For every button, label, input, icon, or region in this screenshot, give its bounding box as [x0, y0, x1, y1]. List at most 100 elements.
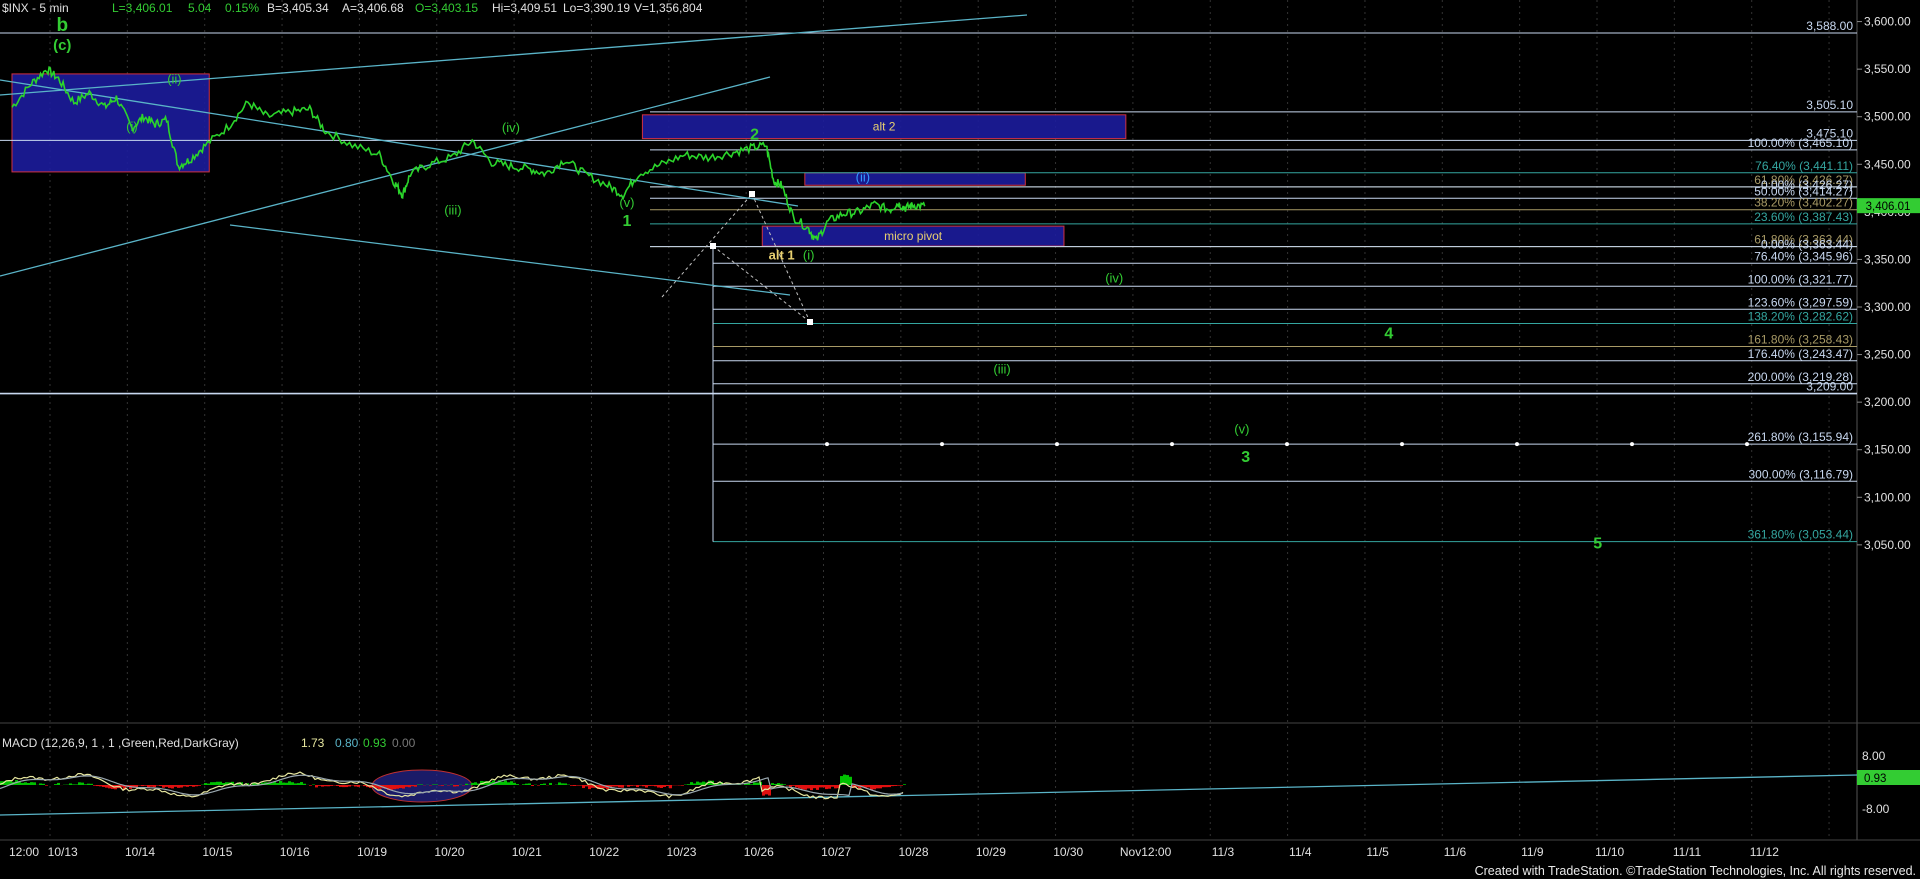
macd-bar	[531, 785, 534, 787]
macd-bar	[93, 785, 96, 786]
y-tick-label: 3,600.00	[1864, 15, 1911, 29]
macd-bar	[537, 785, 540, 786]
macd-bar	[474, 782, 477, 785]
price-chart[interactable]: $INX - 5 min L=3,406.01 5.04 0.15% B=3,4…	[0, 0, 1920, 879]
macd-bar	[792, 785, 795, 786]
macd-bar	[648, 785, 651, 786]
y-tick-label: 3,150.00	[1864, 443, 1911, 457]
macd-bar	[198, 785, 201, 786]
x-tick-label: 10/14	[125, 845, 155, 859]
macd-bar	[327, 785, 330, 787]
macd-bar	[303, 783, 306, 785]
macd-bar	[348, 785, 351, 787]
macd-bar	[54, 784, 57, 785]
macd-bar	[510, 781, 513, 785]
macd-bar	[879, 785, 882, 789]
macd-bar	[213, 782, 216, 785]
macd-bar	[174, 785, 177, 787]
macd-bar	[345, 785, 348, 788]
macd-bar	[285, 782, 288, 785]
level-label: 176.40% (3,243.47)	[1748, 347, 1853, 361]
macd-bar	[681, 785, 684, 786]
x-tick-label: 11/5	[1366, 845, 1389, 859]
x-tick-label: 10/16	[280, 845, 310, 859]
macd-bar	[651, 785, 654, 786]
macd-bar	[897, 785, 900, 786]
macd-bar	[396, 785, 399, 789]
macd-bar	[804, 785, 807, 790]
macd-bar	[660, 785, 663, 789]
macd-bar	[150, 785, 153, 787]
anchor-point-3[interactable]	[807, 319, 813, 325]
y-tick-label: 3,050.00	[1864, 538, 1911, 552]
macd-bar	[180, 785, 183, 788]
level-label: 23.60% (3,387.43)	[1754, 210, 1853, 224]
macd-bar	[288, 781, 291, 785]
x-tick-label: 12:00	[9, 845, 39, 859]
price-zone	[804, 172, 1026, 186]
macd-bar	[513, 782, 516, 785]
zone-label: micro pivot	[884, 229, 943, 243]
macd-bar	[642, 785, 645, 787]
anchor-point-2[interactable]	[749, 191, 755, 197]
macd-bar	[324, 785, 327, 787]
macd-bar	[654, 785, 657, 787]
low-value: Lo=3,390.19	[563, 1, 630, 15]
macd-bar	[156, 785, 159, 786]
wave-label: 1	[622, 213, 631, 230]
level-dot	[825, 442, 829, 447]
macd-bar	[393, 785, 396, 790]
last-price: L=3,406.01	[112, 1, 173, 15]
macd-bar	[465, 783, 468, 785]
macd-bar	[636, 785, 639, 788]
x-tick-label: Nov12:00	[1120, 845, 1172, 859]
x-tick-label: 10/21	[512, 845, 542, 859]
macd-bar	[432, 784, 435, 785]
footer-credit: Created with TradeStation. ©TradeStation…	[1475, 864, 1916, 878]
macd-bar	[222, 783, 225, 785]
macd-bar	[162, 785, 165, 788]
macd-bar	[873, 785, 876, 790]
macd-bar	[411, 785, 414, 787]
level-label: 123.60% (3,297.59)	[1748, 295, 1853, 309]
macd-bar	[576, 785, 579, 786]
macd-bar	[171, 785, 174, 789]
macd-bar	[702, 781, 705, 785]
macd-bar	[441, 785, 444, 786]
macd-bar	[195, 785, 198, 787]
y-tick-label: 3,250.00	[1864, 348, 1911, 362]
macd-bar	[72, 784, 75, 785]
macd-bar	[96, 785, 99, 787]
macd-bar	[777, 783, 780, 785]
x-tick-label: 10/15	[202, 845, 232, 859]
macd-bar	[318, 785, 321, 786]
macd-bar	[696, 781, 699, 785]
macd-bar	[774, 783, 777, 785]
macd-value-2: 0.80	[335, 736, 359, 750]
macd-bar	[33, 782, 36, 785]
macd-value-4: 0.00	[392, 736, 416, 750]
wave-label: (iv)	[1105, 270, 1123, 285]
macd-bar	[564, 783, 567, 785]
macd-bar	[453, 785, 456, 787]
level-dot	[1170, 442, 1174, 447]
macd-bar	[219, 781, 222, 785]
macd-bar	[354, 785, 357, 787]
macd-bar	[669, 785, 672, 789]
macd-bar	[357, 785, 360, 787]
level-label: 3,505.10	[1806, 98, 1853, 112]
level-dot	[1055, 442, 1059, 447]
macd-bar	[336, 785, 339, 786]
macd-bar	[657, 785, 660, 788]
macd-bar	[615, 785, 618, 787]
anchor-point-1[interactable]	[710, 243, 716, 249]
macd-bar	[699, 782, 702, 785]
macd-value-3: 0.93	[363, 736, 387, 750]
wave-label: (v)	[619, 195, 634, 210]
x-tick-label: 11/9	[1521, 845, 1544, 859]
macd-bar	[342, 785, 345, 788]
y-tick-label: 3,100.00	[1864, 490, 1911, 504]
level-dot	[1745, 442, 1749, 447]
macd-bar	[138, 785, 141, 786]
macd-bar	[30, 782, 33, 785]
